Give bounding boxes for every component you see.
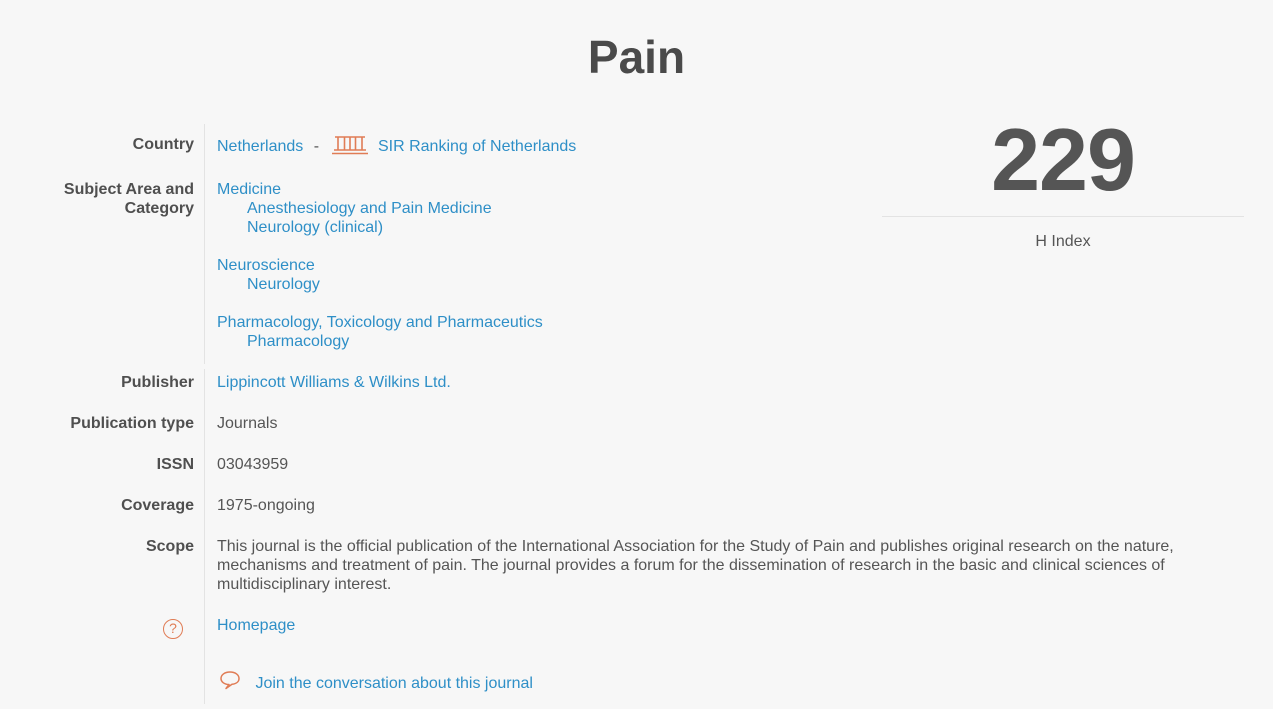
conversation-row: Join the conversation about this journal <box>217 670 533 695</box>
country-separator: - <box>313 138 320 155</box>
subject-area-list: Medicine Anesthesiology and Pain Medicin… <box>217 180 543 351</box>
divider <box>204 124 205 364</box>
category-link[interactable]: Neurology <box>217 275 543 294</box>
category-link[interactable]: Neurology (clinical) <box>217 218 543 237</box>
publication-type-label: Publication type <box>70 415 194 432</box>
subject-area-label-line2: Category <box>124 200 194 217</box>
publisher-label: Publisher <box>121 374 194 391</box>
scope-text: This journal is the official publication… <box>217 538 1174 593</box>
help-icon[interactable]: ? <box>163 619 183 639</box>
coverage-value: 1975-ongoing <box>217 497 315 514</box>
homepage-value: Homepage <box>217 616 295 635</box>
subject-area-link[interactable]: Pharmacology, Toxicology and Pharmaceuti… <box>217 313 543 332</box>
divider <box>204 369 205 704</box>
subject-area-label-line1: Subject Area and <box>63 181 194 198</box>
category-link[interactable]: Anesthesiology and Pain Medicine <box>217 199 543 218</box>
h-index-label: H Index <box>1035 233 1091 250</box>
subject-group: Medicine Anesthesiology and Pain Medicin… <box>217 180 543 237</box>
issn-value: 03043959 <box>217 456 289 473</box>
conversation-link[interactable]: Join the conversation about this journal <box>255 675 533 692</box>
subject-area-label: Subject Area and Category <box>14 180 194 218</box>
subject-area-link[interactable]: Neuroscience <box>217 256 543 275</box>
h-index-value: 229 <box>991 110 1136 209</box>
scope-label: Scope <box>145 538 194 555</box>
sir-ranking-icon <box>331 135 368 160</box>
country-link[interactable]: Netherlands <box>217 138 303 155</box>
subject-group: Pharmacology, Toxicology and Pharmaceuti… <box>217 313 543 351</box>
h-index-panel: 229 H Index <box>882 112 1244 251</box>
subject-area-link[interactable]: Medicine <box>217 180 543 199</box>
journal-title: Pain <box>587 31 686 83</box>
publication-type-value: Journals <box>217 415 278 432</box>
chat-bubble-icon <box>219 670 241 695</box>
category-link[interactable]: Pharmacology <box>217 332 543 351</box>
country-value: Netherlands - SIR Ranking of Netherlands <box>217 135 576 160</box>
h-index-divider <box>882 216 1244 217</box>
country-label: Country <box>132 136 194 153</box>
publisher-link[interactable]: Lippincott Williams & Wilkins Ltd. <box>217 374 451 391</box>
publisher-value: Lippincott Williams & Wilkins Ltd. <box>217 373 451 392</box>
issn-label: ISSN <box>156 456 194 473</box>
coverage-label: Coverage <box>121 497 194 514</box>
sir-ranking-link[interactable]: SIR Ranking of Netherlands <box>378 138 576 155</box>
homepage-link[interactable]: Homepage <box>217 617 295 634</box>
subject-group: Neuroscience Neurology <box>217 256 543 294</box>
